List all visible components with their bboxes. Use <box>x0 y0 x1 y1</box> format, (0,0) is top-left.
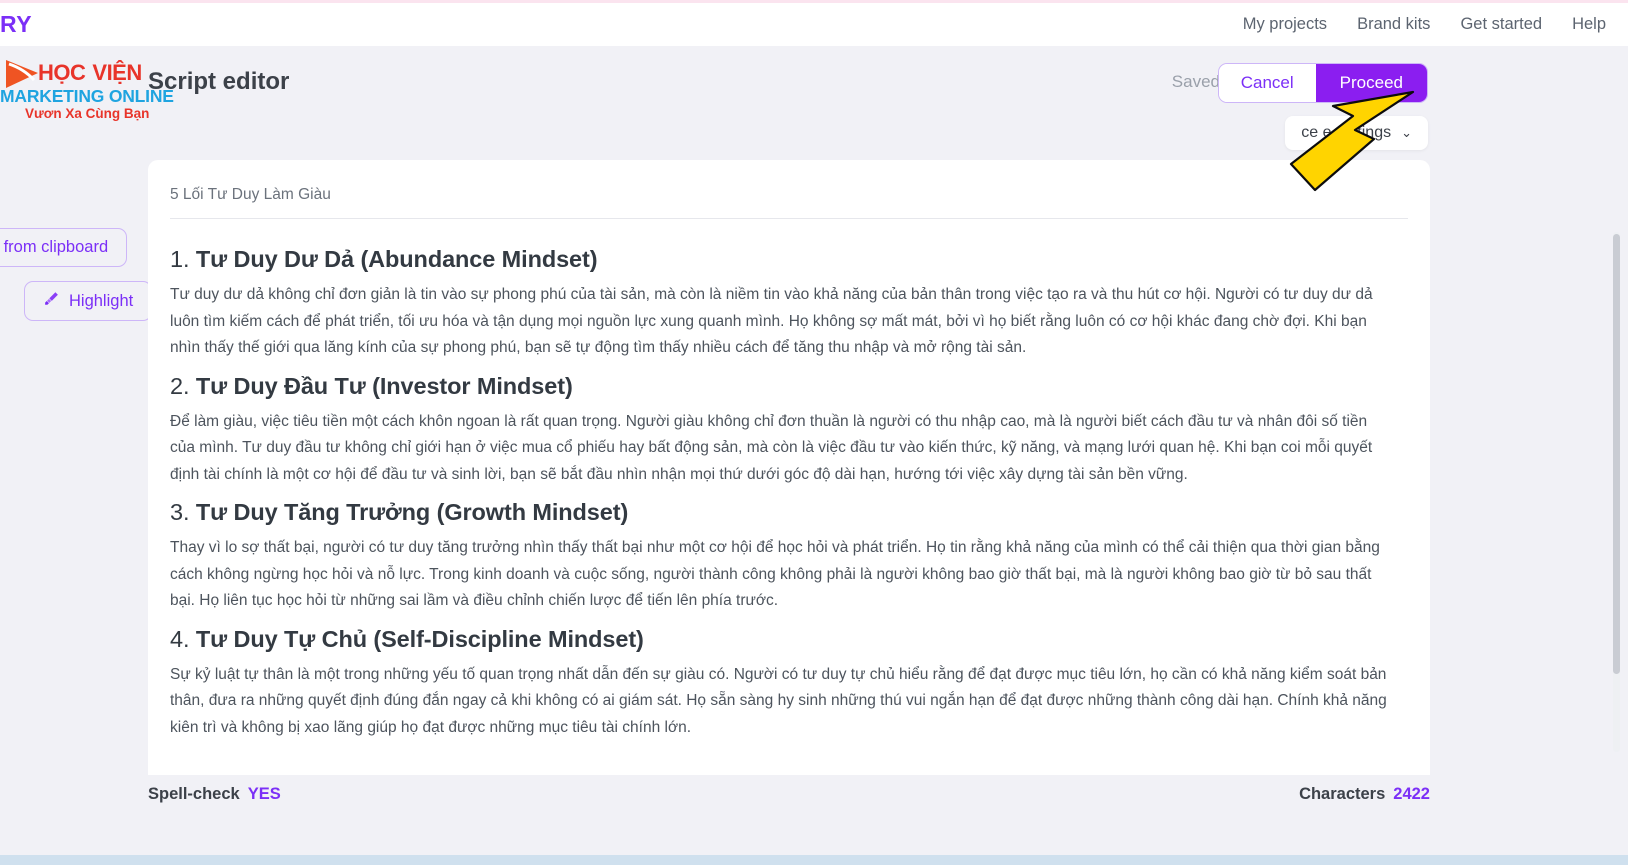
section-paragraph-1: Tư duy dư dả không chỉ đơn giản là tin v… <box>170 286 1373 356</box>
section-paragraph-3: Thay vì lo sợ thất bại, người có tư duy … <box>170 539 1380 609</box>
section-heading-4: 4. Tư Duy Tự Chủ (Self-Discipline Mindse… <box>170 626 1390 653</box>
spell-check-value: YES <box>247 785 281 803</box>
section-paragraph-4: Sự kỷ luật tự thân là một trong những yế… <box>170 665 1387 736</box>
brand-logo-fragment[interactable]: RY <box>0 11 32 38</box>
nav-get-started[interactable]: Get started <box>1460 15 1542 34</box>
script-editor-card: 5 Lối Tư Duy Làm Giàu 1. Tư Duy Dư Dả (A… <box>148 160 1430 785</box>
highlight-button[interactable]: Highlight <box>24 281 153 321</box>
section-paragraph-2: Để làm giàu, việc tiêu tiền một cách khô… <box>170 412 1373 483</box>
editor-scrollbar-thumb[interactable] <box>1613 234 1620 674</box>
left-sidebar: ste from clipboard Highlight <box>0 120 153 760</box>
section-title-1: Tư Duy Dư Dả (Abundance Mindset) <box>195 246 598 272</box>
characters-value: 2422 <box>1393 785 1430 803</box>
saved-label: Saved <box>1171 72 1220 91</box>
highlight-button-label: Highlight <box>69 291 134 310</box>
chevron-down-icon: ⌄ <box>1401 125 1412 140</box>
voice-settings-dropdown[interactable]: ce e settings ⌄ <box>1285 116 1428 150</box>
section-heading-1: 1. Tư Duy Dư Dả (Abundance Mindset) <box>170 246 1390 273</box>
nav-help[interactable]: Help <box>1572 15 1606 34</box>
section-number-4: 4. <box>170 625 190 652</box>
section-heading-3: 3. Tư Duy Tăng Trưởng (Growth Mindset) <box>170 499 1390 526</box>
spell-check-label: Spell-check <box>148 785 240 803</box>
app-header: Script editor Saved Cancel Proceed ce e … <box>0 46 1628 150</box>
proceed-button[interactable]: Proceed <box>1315 64 1427 102</box>
characters-label: Characters <box>1299 785 1386 803</box>
page-title: Script editor <box>148 68 290 95</box>
section-title-4: Tư Duy Tự Chủ (Self-Discipline Mindset) <box>195 625 644 652</box>
cancel-button[interactable]: Cancel <box>1218 64 1316 102</box>
editor-footer: Spell-check YES Characters 2422 <box>0 775 1628 865</box>
header-button-group: Cancel Proceed <box>1217 63 1428 103</box>
character-count: Characters 2422 <box>1299 785 1430 804</box>
app-root: RY My projects Brand kits Get started He… <box>0 0 1628 865</box>
bottom-strip <box>0 855 1628 865</box>
paste-from-clipboard-button[interactable]: ste from clipboard <box>0 228 128 267</box>
section-number-2: 2. <box>170 372 190 399</box>
section-title-2: Tư Duy Đầu Tư (Investor Mindset) <box>195 372 573 399</box>
section-heading-2: 2. Tư Duy Đầu Tư (Investor Mindset) <box>170 373 1390 400</box>
top-navigation: My projects Brand kits Get started Help <box>1243 15 1628 34</box>
document-title[interactable]: 5 Lối Tư Duy Làm Giàu <box>148 160 1430 218</box>
highlighter-pen-icon <box>43 290 60 312</box>
section-title-3: Tư Duy Tăng Trưởng (Growth Mindset) <box>195 499 629 525</box>
nav-my-projects[interactable]: My projects <box>1243 15 1327 34</box>
section-number-1: 1. <box>170 246 190 272</box>
section-number-3: 3. <box>170 499 190 525</box>
browser-top-bar: RY My projects Brand kits Get started He… <box>0 0 1628 46</box>
voice-settings-label: ce e settings <box>1301 124 1392 141</box>
spell-check-status[interactable]: Spell-check YES <box>148 785 281 804</box>
document-body[interactable]: 1. Tư Duy Dư Dả (Abundance Mindset) Tư d… <box>148 219 1430 739</box>
nav-brand-kits[interactable]: Brand kits <box>1357 15 1430 34</box>
